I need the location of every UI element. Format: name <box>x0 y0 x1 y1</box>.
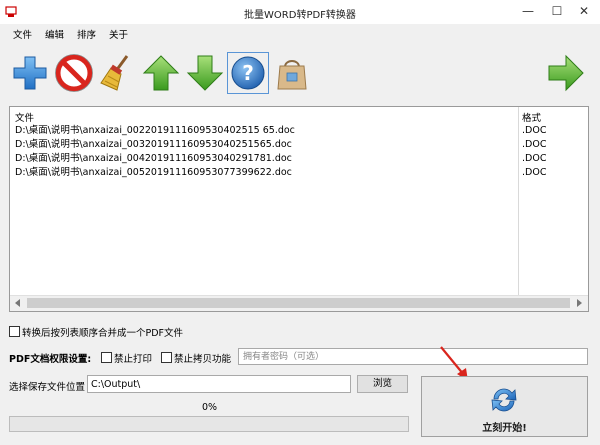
owner-password-input[interactable] <box>238 348 588 365</box>
no-print-checkbox[interactable] <box>101 352 112 363</box>
scrollbar-thumb[interactable] <box>27 298 570 308</box>
output-location-label: 选择保存文件位置 <box>9 382 86 393</box>
column-header-file[interactable]: 文件 <box>15 110 34 124</box>
remove-files-button[interactable] <box>54 53 94 93</box>
help-button[interactable]: ? <box>227 52 269 94</box>
table-row-format: .DOC <box>522 153 547 164</box>
menu-sort[interactable]: 排序 <box>77 27 96 41</box>
merge-label: 转换后按列表顺序合并成一个PDF文件 <box>22 328 184 339</box>
table-row-file[interactable]: D:\桌面\说明书\anxaizai_004201911160953040291… <box>15 152 292 166</box>
title-bar: 批量WORD转PDF转换器 — ☐ ✕ <box>0 0 600 25</box>
no-copy-checkbox[interactable] <box>161 352 172 363</box>
table-row-file[interactable]: D:\桌面\说明书\anxaizai_002201911160953040251… <box>15 124 295 138</box>
next-button[interactable] <box>546 53 586 93</box>
move-down-icon <box>186 55 224 91</box>
file-list-table[interactable]: 文件 格式 D:\桌面\说明书\anxaizai_002201911160953… <box>9 106 589 312</box>
next-arrow-icon <box>548 54 584 92</box>
browse-button[interactable]: 浏览 <box>357 375 408 393</box>
buy-button[interactable] <box>272 53 312 93</box>
add-files-button[interactable] <box>10 53 50 93</box>
start-button[interactable]: 立刻开始! <box>421 376 588 437</box>
column-header-format[interactable]: 格式 <box>522 110 541 124</box>
remove-icon <box>55 54 93 92</box>
output-path-field[interactable] <box>87 375 351 393</box>
horizontal-scrollbar[interactable] <box>10 295 588 311</box>
move-up-icon <box>142 55 180 91</box>
progress-text: 0% <box>201 402 218 413</box>
column-separator <box>518 107 519 297</box>
minimize-button[interactable]: — <box>514 0 542 22</box>
clear-list-button[interactable] <box>97 53 137 93</box>
refresh-icon <box>491 388 517 412</box>
pdf-permissions-label: PDF文档权限设置: <box>9 354 92 365</box>
table-row-file[interactable]: D:\桌面\说明书\anxaizai_005201911160953077399… <box>15 166 292 180</box>
shopping-bag-icon <box>277 60 307 90</box>
menu-edit[interactable]: 编辑 <box>45 27 64 41</box>
no-copy-label: 禁止拷贝功能 <box>174 354 232 365</box>
menu-file[interactable]: 文件 <box>13 27 32 41</box>
menu-bar: 文件 编辑 排序 关于 <box>0 24 600 43</box>
window-title: 批量WORD转PDF转换器 <box>244 10 356 21</box>
svg-text:?: ? <box>242 61 254 85</box>
table-row-format: .DOC <box>522 167 547 178</box>
move-down-button[interactable] <box>185 53 225 93</box>
move-up-button[interactable] <box>141 53 181 93</box>
merge-checkbox[interactable] <box>9 326 20 337</box>
maximize-button[interactable]: ☐ <box>543 0 571 22</box>
help-icon: ? <box>231 56 265 90</box>
add-icon <box>13 56 47 90</box>
start-button-label: 立刻开始! <box>482 423 527 434</box>
progress-bar <box>9 416 409 432</box>
close-button[interactable]: ✕ <box>570 0 598 22</box>
table-row-format: .DOC <box>522 125 547 136</box>
table-row-file[interactable]: D:\桌面\说明书\anxaizai_003201911160953040251… <box>15 138 292 152</box>
broom-icon <box>100 55 129 91</box>
scroll-left-icon[interactable] <box>15 299 20 307</box>
no-print-label: 禁止打印 <box>114 354 153 365</box>
menu-about[interactable]: 关于 <box>109 27 128 41</box>
table-row-format: .DOC <box>522 139 547 150</box>
scroll-right-icon[interactable] <box>577 299 582 307</box>
